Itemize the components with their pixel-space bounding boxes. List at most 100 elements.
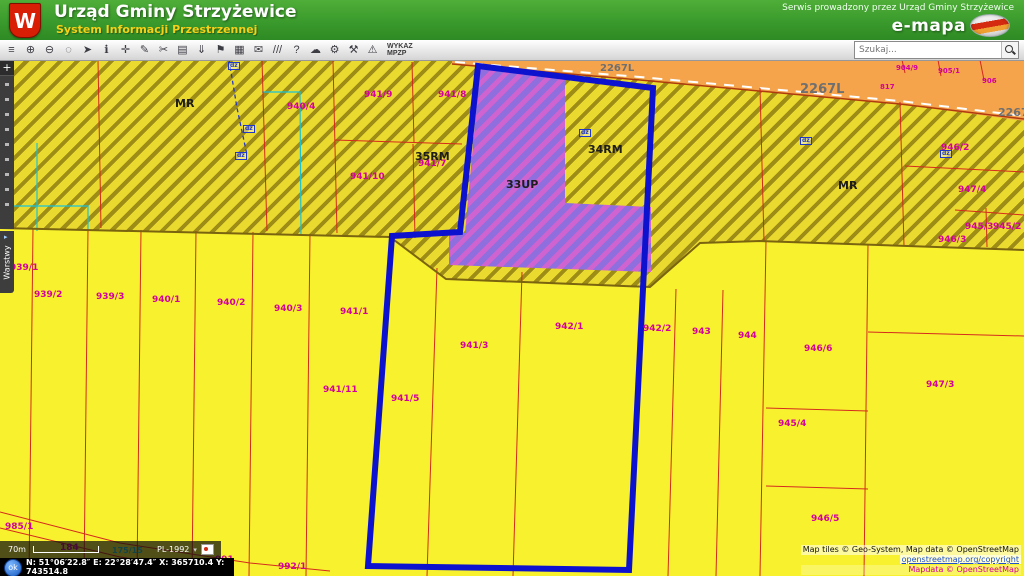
gps-button[interactable]: ✛ (116, 41, 135, 59)
parcel-label: 940/4 (287, 102, 315, 112)
zone-label: 34RM (588, 143, 623, 156)
layers-panel-tab[interactable]: ▸ Warstwy (0, 231, 14, 293)
utility-marker: dz (243, 125, 255, 133)
settings-button[interactable]: ⚙ (325, 41, 344, 59)
print-button[interactable]: ▤ (173, 41, 192, 59)
parcel-label: 940/1 (152, 295, 180, 305)
parcel-boundary-lines (0, 60, 1024, 576)
selection-outline (368, 66, 653, 570)
message-button[interactable]: ✉ (249, 41, 268, 59)
clip-button[interactable]: ✂ (154, 41, 173, 59)
utility-lines (0, 92, 301, 235)
identify-button[interactable]: ℹ (97, 41, 116, 59)
chevron-right-icon: ▸ (4, 233, 8, 241)
marker-button[interactable]: ⚑ (211, 41, 230, 59)
search-box (854, 41, 1019, 59)
parcel-label: 939/3 (96, 292, 124, 302)
zoom-out-button[interactable]: ⊖ (40, 41, 59, 59)
draw-button[interactable]: ✎ (135, 41, 154, 59)
parcel-label: 944 (738, 331, 757, 341)
utility-marker: dz (228, 62, 240, 70)
road-label: 2267L (600, 63, 634, 74)
coordinates-bar: N: 51°06′22.8″ E: 22°28′47.4″ X: 365710.… (0, 558, 234, 576)
parcel-label: 942/2 (643, 324, 671, 334)
layers-button[interactable]: ≡ (2, 41, 21, 59)
wykaz-line2: MPZP (387, 50, 413, 57)
zoom-plus-button[interactable]: + (0, 61, 14, 76)
pointer-button[interactable]: ➤ (78, 41, 97, 59)
search-input[interactable] (855, 43, 1001, 57)
road-label: 2267L (998, 106, 1024, 119)
parcel-label: 947/4 (958, 185, 986, 195)
utility-marker: dz (800, 137, 812, 145)
tools-button[interactable]: ⚒ (344, 41, 363, 59)
scale-label: 70m (8, 545, 26, 554)
map-canvas (0, 0, 1024, 576)
parcel-label: 939/2 (34, 290, 62, 300)
wykaz-line1: WYKAZ (387, 43, 413, 50)
parcel-label: 904/9 (896, 64, 918, 72)
layers-tab-label: Warstwy (3, 245, 12, 279)
help-button[interactable]: ? (287, 41, 306, 59)
utility-marker: dz (940, 150, 952, 158)
parcel-label: 946/6 (804, 344, 832, 354)
parcel-label: 939/1 (10, 263, 38, 273)
hatch-measure-button[interactable]: /// (268, 41, 287, 59)
attribution-line3: Mapdata © OpenStreetMap (801, 565, 1021, 575)
parcel-label: 942/1 (555, 322, 583, 332)
grid-button[interactable]: ▦ (230, 41, 249, 59)
parcel-label: 992/1 (278, 562, 306, 572)
toolbar-buttons: ≡⊕⊖◌➤ℹ✛✎✂▤⇓⚑▦✉///?☁⚙⚒⚠ (2, 41, 382, 59)
road-label: 2267L (800, 82, 844, 97)
scale-widget: 70m (0, 541, 150, 558)
page-subtitle: System Informacji Przestrzennej (56, 23, 257, 36)
zoom-slider-dots[interactable] (5, 83, 9, 213)
parcel-label: 941/8 (438, 90, 466, 100)
parcel-label: 941/10 (350, 172, 385, 182)
parcel-label: 947/3 (926, 380, 954, 390)
parcel-label: 941/9 (364, 90, 392, 100)
parcel-label: 941/5 (391, 394, 419, 404)
parcel-label: 945/4 (778, 419, 806, 429)
parcel-label: 946/5 (811, 514, 839, 524)
parcel-label: 945/2 (993, 222, 1021, 232)
crs-label: PL-1992 (157, 545, 189, 554)
parcel-label: 946/3 (938, 235, 966, 245)
toolbar: ≡⊕⊖◌➤ℹ✛✎✂▤⇓⚑▦✉///?☁⚙⚒⚠ WYKAZ MPZP (0, 40, 1024, 61)
emapa-globe-icon (970, 14, 1010, 37)
attribution-copyright-link[interactable]: openstreetmap.org/copyright (900, 555, 1021, 564)
parcel-label: 940/3 (274, 304, 302, 314)
utility-marker: dz (235, 152, 247, 160)
warning-button[interactable]: ⚠ (363, 41, 382, 59)
zone-label: MR (838, 179, 857, 192)
zoom-in-button[interactable]: ⊕ (21, 41, 40, 59)
zoom-slider[interactable]: + (0, 61, 14, 229)
utility-marker: dz (579, 129, 591, 137)
parcel-label: 905/1 (938, 67, 960, 75)
download-button[interactable]: ⇓ (192, 41, 211, 59)
wykaz-mpzp-button[interactable]: WYKAZ MPZP (382, 43, 418, 57)
parcel-label: 941/1 (340, 307, 368, 317)
scale-bar (33, 546, 99, 553)
coordinates-readout: N: 51°06′22.8″ E: 22°28′47.4″ X: 365710.… (26, 558, 234, 576)
map-attribution: Map tiles © Geo-System, Map data © OpenS… (801, 545, 1021, 575)
parcel-label: 945/3 (965, 222, 993, 232)
service-note: Serwis prowadzony przez Urząd Gminy Strz… (782, 3, 1014, 13)
cloud-export-button[interactable]: ☁ (306, 41, 325, 59)
crs-selector[interactable]: PL-1992 ▾ (150, 541, 221, 558)
map-viewport[interactable]: 939/1 939/2 939/3 940/1 940/2 940/3 941/1 941/1… (0, 0, 1024, 576)
search-icon[interactable] (1001, 42, 1018, 58)
select-area-button[interactable]: ◌ (59, 41, 78, 59)
ok-button[interactable]: ok (4, 559, 22, 576)
parcel-label: 943 (692, 327, 711, 337)
parcel-label: 941/3 (460, 341, 488, 351)
zone-label: 33UP (506, 178, 538, 191)
crs-flag-icon (201, 544, 214, 555)
parcel-label: 940/2 (217, 298, 245, 308)
emapa-brand[interactable]: e-mapa (892, 16, 966, 36)
chevron-down-icon: ▾ (193, 546, 197, 554)
emapa-app: 939/1 939/2 939/3 940/1 940/2 940/3 941/1 941/1… (0, 0, 1024, 576)
parcel-label: 817 (880, 83, 895, 91)
zone-label: MR (175, 97, 194, 110)
header: W Urząd Gminy Strzyżewice System Informa… (0, 0, 1024, 41)
